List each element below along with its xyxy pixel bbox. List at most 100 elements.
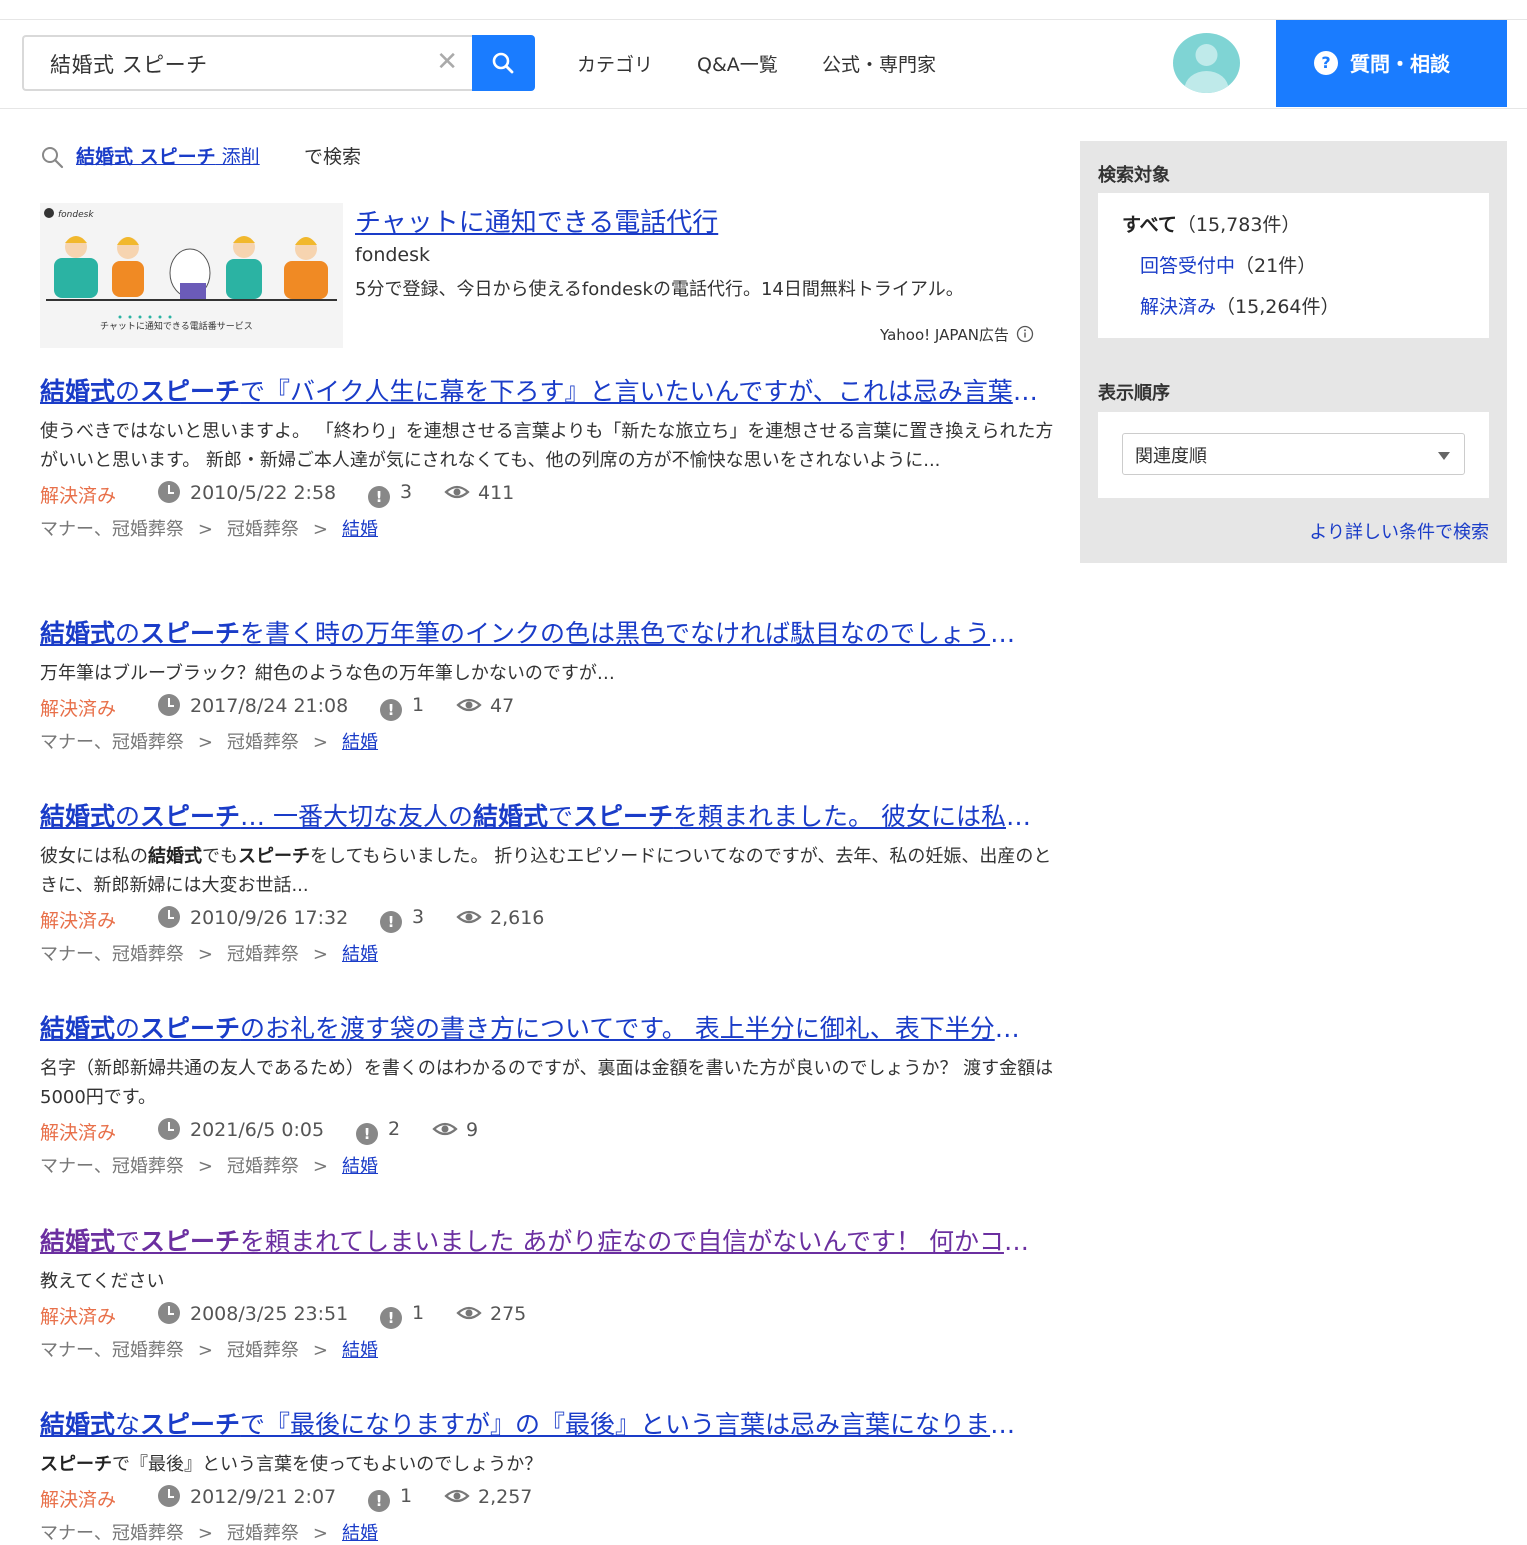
result-views: 47	[456, 694, 514, 717]
result-answers: ! 1	[368, 1485, 412, 1512]
result-category-path: マナー、冠婚葬祭 > 冠婚葬祭 > 結婚	[40, 1156, 379, 1177]
result-category-path: マナー、冠婚葬祭 > 冠婚葬祭 > 結婚	[40, 732, 379, 753]
status-badge: 解決済み	[40, 1489, 117, 1511]
sort-order-select[interactable]: 関連度順	[1122, 433, 1465, 475]
result-item: 結婚式のスピーチのお礼を渡す袋の書き方についてです。 表上半分に御礼、表下半分に…	[40, 1012, 1060, 1178]
result-meta: 解決済み 2017/8/24 21:08 ! 1 47	[40, 694, 1060, 722]
result-category-path: マナー、冠婚葬祭 > 冠婚葬祭 > 結婚	[40, 519, 379, 540]
ask-question-button[interactable]: ? 質問・相談	[1276, 20, 1507, 107]
category-level-1: マナー、冠婚葬祭	[40, 1340, 184, 1361]
answer-count-icon: !	[380, 911, 402, 933]
category-level-2: 冠婚葬祭	[226, 1156, 299, 1177]
category-link[interactable]: 結婚	[342, 732, 378, 753]
target-option-solved[interactable]: 解決済み（15,264件）	[1140, 292, 1340, 319]
result-views: 275	[456, 1302, 526, 1325]
nav-official-experts[interactable]: 公式・専門家	[822, 50, 936, 77]
search-button[interactable]	[472, 35, 535, 91]
answer-count-icon: !	[380, 699, 402, 721]
clock-icon	[158, 1302, 180, 1324]
nav-category[interactable]: カテゴリ	[577, 50, 653, 77]
avatar[interactable]	[1173, 33, 1240, 93]
result-views: 9	[432, 1118, 478, 1141]
suggested-query-link[interactable]: 結婚式 スピーチ 添削	[76, 142, 260, 169]
ad-image[interactable]: fondesk チャットに通知できる電話番サービス	[40, 203, 343, 348]
search-target-options: すべて（15,783件） 回答受付中（21件） 解決済み（15,264件）	[1098, 193, 1489, 338]
eye-icon	[456, 1306, 482, 1320]
eye-icon	[456, 698, 482, 712]
ad-label[interactable]: Yahoo! JAPAN広告	[880, 324, 1034, 345]
status-badge: 解決済み	[40, 1122, 117, 1144]
header: 結婚式 スピーチ ✕ カテゴリ Q&A一覧 公式・専門家 ? 質問・相談	[0, 20, 1527, 109]
result-date: 2012/9/21 2:07	[158, 1485, 336, 1508]
ad-description: 5分で登録、今日から使えるfondeskの電話代行。14日間無料トライアル。	[355, 279, 964, 300]
ad-image-logo: fondesk	[58, 210, 94, 220]
suggest-tail-text: で検索	[304, 146, 362, 168]
result-title-link[interactable]: 結婚式なスピーチで『最後になりますが』の『最後』という言葉は忌み言葉になりますか…	[40, 1408, 1040, 1442]
category-link[interactable]: 結婚	[342, 1156, 378, 1177]
clock-icon	[158, 1118, 180, 1140]
category-level-2: 冠婚葬祭	[226, 944, 299, 965]
result-snippet: 教えてください	[40, 1271, 165, 1292]
result-item: 結婚式なスピーチで『最後になりますが』の『最後』という言葉は忌み言葉になりますか…	[40, 1408, 1060, 1545]
result-title-link[interactable]: 結婚式でスピーチを頼まれてしまいました あがり症なので自信がないんです！ 何かコ…	[40, 1225, 1040, 1259]
ad-brand: fondesk	[355, 244, 431, 266]
result-date: 2010/5/22 2:58	[158, 481, 336, 504]
info-icon	[1016, 325, 1033, 343]
result-item: 結婚式のスピーチを書く時の万年筆のインクの色は黒色でなければ駄目なのでしょうか？…	[40, 617, 1060, 754]
result-date: 2021/6/5 0:05	[158, 1118, 324, 1141]
chevron-down-icon	[1438, 452, 1450, 460]
category-level-1: マナー、冠婚葬祭	[40, 1156, 184, 1177]
sort-order-value: 関連度順	[1135, 446, 1207, 467]
result-category-path: マナー、冠婚葬祭 > 冠婚葬祭 > 結婚	[40, 1340, 379, 1361]
category-level-1: マナー、冠婚葬祭	[40, 1523, 184, 1544]
result-title-link[interactable]: 結婚式のスピーチ… 一番大切な友人の結婚式でスピーチを頼まれました。 彼女には私…	[40, 800, 1040, 834]
sort-order-box: 関連度順	[1098, 412, 1489, 498]
answer-count-icon: !	[356, 1123, 378, 1145]
eye-icon	[444, 485, 470, 499]
eye-icon	[432, 1122, 458, 1136]
ad-title-link[interactable]: チャットに通知できる電話代行	[355, 202, 718, 239]
target-option-all[interactable]: すべて（15,783件）	[1122, 210, 1300, 237]
result-snippet: 万年筆はブルーブラック？紺色のような色の万年筆しかないのですが…	[40, 663, 615, 684]
search-input-value[interactable]: 結婚式 スピーチ	[50, 49, 208, 79]
category-level-2: 冠婚葬祭	[226, 1523, 299, 1544]
ask-question-label: 質問・相談	[1350, 52, 1450, 76]
search-input[interactable]: 結婚式 スピーチ ✕	[22, 35, 472, 91]
result-date: 2008/3/25 23:51	[158, 1302, 348, 1325]
clock-icon	[158, 906, 180, 928]
result-item: 結婚式のスピーチで『バイク人生に幕を下ろす』と言いたいんですが、これは忌み言葉に…	[40, 375, 1060, 541]
nav-qa-list[interactable]: Q&A一覧	[697, 50, 778, 77]
search-target-heading: 検索対象	[1098, 165, 1170, 186]
result-meta: 解決済み 2010/5/22 2:58 ! 3 411	[40, 481, 1060, 509]
result-meta: 解決済み 2021/6/5 0:05 ! 2 9	[40, 1118, 1060, 1146]
advanced-search-link[interactable]: より詳しい条件で検索	[1309, 518, 1489, 544]
target-option-open[interactable]: 回答受付中（21件）	[1140, 251, 1316, 278]
clear-icon[interactable]: ✕	[436, 47, 458, 77]
category-link[interactable]: 結婚	[342, 519, 378, 540]
status-badge: 解決済み	[40, 698, 117, 720]
search-icon	[492, 52, 514, 74]
result-date: 2017/8/24 21:08	[158, 694, 348, 717]
answer-count-icon: !	[368, 486, 390, 508]
category-level-2: 冠婚葬祭	[226, 732, 299, 753]
result-item: 結婚式のスピーチ… 一番大切な友人の結婚式でスピーチを頼まれました。 彼女には私…	[40, 800, 1060, 966]
category-link[interactable]: 結婚	[342, 1340, 378, 1361]
result-item: 結婚式でスピーチを頼まれてしまいました あがり症なので自信がないんです！ 何かコ…	[40, 1225, 1060, 1362]
result-meta: 解決済み 2010/9/26 17:32 ! 3 2,616	[40, 906, 1060, 934]
result-category-path: マナー、冠婚葬祭 > 冠婚葬祭 > 結婚	[40, 944, 379, 965]
ad-image-caption: チャットに通知できる電話番サービス	[100, 320, 253, 332]
answer-count-icon: !	[380, 1307, 402, 1329]
result-title-link[interactable]: 結婚式のスピーチで『バイク人生に幕を下ろす』と言いたいんですが、これは忌み言葉に…	[40, 375, 1040, 409]
result-title-link[interactable]: 結婚式のスピーチを書く時の万年筆のインクの色は黒色でなければ駄目なのでしょうか？	[40, 617, 1040, 651]
clock-icon	[158, 1485, 180, 1507]
eye-icon	[456, 910, 482, 924]
status-badge: 解決済み	[40, 910, 117, 932]
category-link[interactable]: 結婚	[342, 1523, 378, 1544]
result-views: 2,616	[456, 906, 544, 929]
result-title-link[interactable]: 結婚式のスピーチのお礼を渡す袋の書き方についてです。 表上半分に御礼、表下半分に…	[40, 1012, 1040, 1046]
category-level-1: マナー、冠婚葬祭	[40, 519, 184, 540]
user-icon	[1184, 44, 1229, 93]
clock-icon	[158, 481, 180, 503]
answer-count-icon: !	[368, 1490, 390, 1512]
category-link[interactable]: 結婚	[342, 944, 378, 965]
